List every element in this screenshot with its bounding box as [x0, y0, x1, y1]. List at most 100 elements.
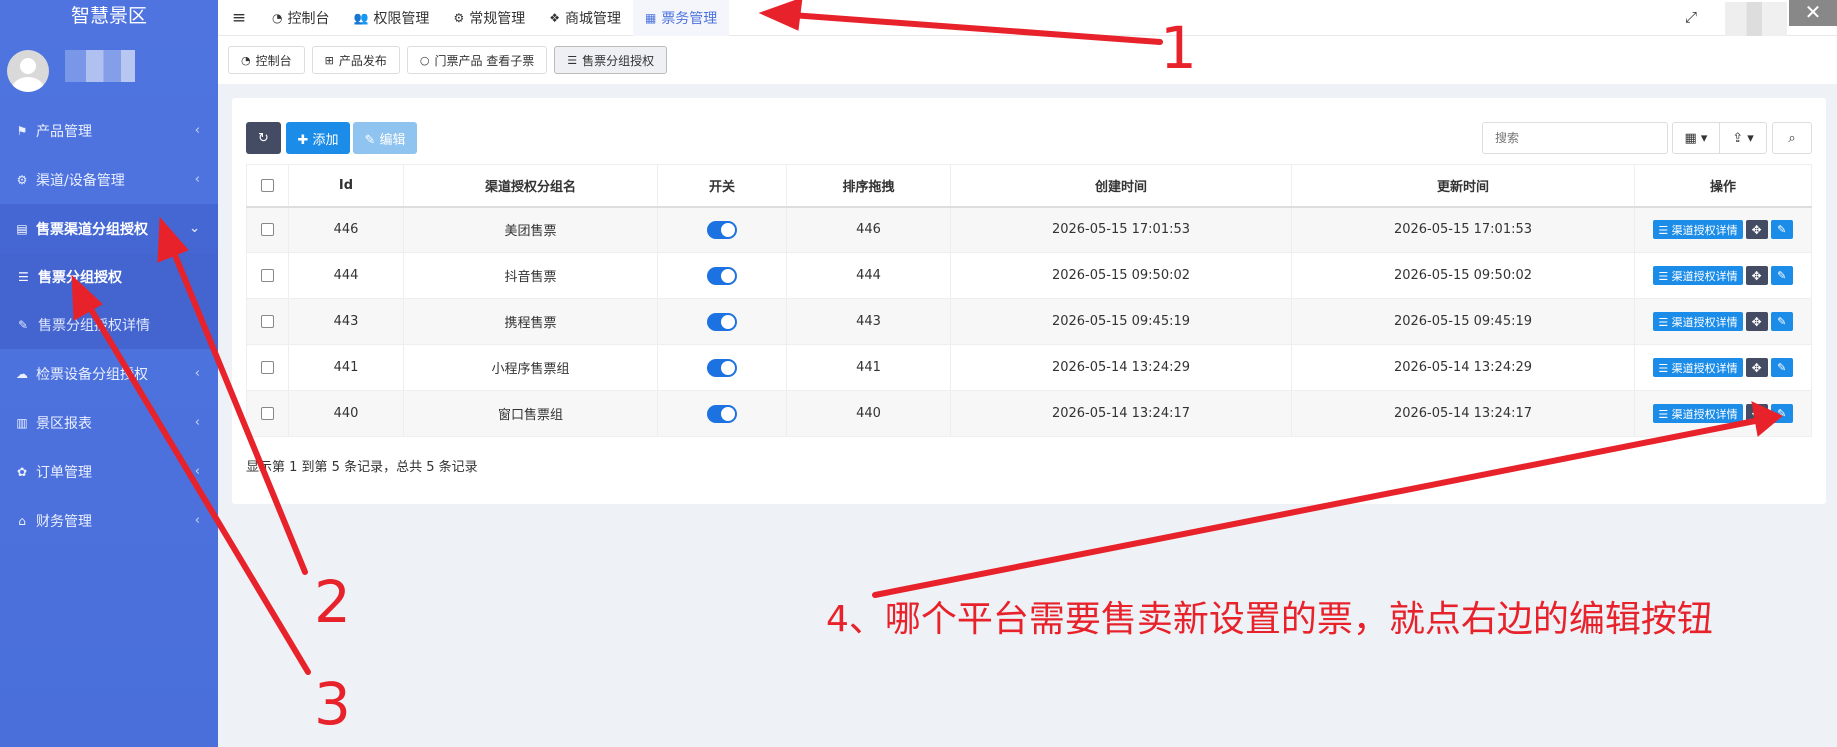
topnav-ticketing[interactable]: ▦ 票务管理: [632, 0, 730, 36]
user-menu-blurred[interactable]: [1725, 2, 1787, 36]
table-row[interactable]: 441 小程序售票组 441 2026-05-14 13:24:29 2026-05-1…: [246, 344, 1812, 391]
refresh-button[interactable]: ↻: [246, 122, 281, 154]
row-checkbox[interactable]: [261, 269, 274, 282]
column-header[interactable]: 创建时间: [950, 164, 1292, 208]
sidebar-subitem-label: 售票分组授权详情: [38, 318, 150, 334]
column-header[interactable]: 更新时间: [1291, 164, 1635, 208]
cell-actions: ☰ 渠道授权详情 ✥ ✎: [1634, 252, 1812, 299]
cell-switch: [657, 252, 787, 299]
export-button[interactable]: ⇪ ▾: [1719, 122, 1767, 154]
sidebar-item-finance[interactable]: ⌂ 财务管理 ‹: [0, 496, 218, 545]
search-input[interactable]: [1482, 122, 1668, 154]
sidebar-item-product[interactable]: ⚑ 产品管理 ‹: [0, 106, 218, 155]
channel-auth-detail-button[interactable]: ☰ 渠道授权详情: [1653, 266, 1743, 285]
tab-ticket-product-subtickets[interactable]: ○ 门票产品 查看子票: [406, 46, 548, 74]
cell-sort: 446: [786, 206, 951, 253]
channel-auth-detail-button[interactable]: ☰ 渠道授权详情: [1653, 404, 1743, 423]
sidebar-item-label: 渠道/设备管理: [36, 172, 125, 189]
row-edit-button[interactable]: ✎: [1770, 266, 1793, 285]
cell-group-name: 窗口售票组: [403, 390, 658, 437]
annotation-note: 4、哪个平台需要售卖新设置的票，就点右边的编辑按钮: [826, 599, 1713, 640]
fullscreen-icon[interactable]: ⤢: [1685, 8, 1697, 26]
username-blurred: [65, 50, 135, 82]
select-all-header: [246, 164, 289, 208]
row-select-cell: [246, 344, 289, 391]
cell-updated: 2026-05-15 09:45:19: [1291, 298, 1635, 345]
status-toggle[interactable]: [707, 266, 737, 285]
channel-auth-detail-button[interactable]: ☰ 渠道授权详情: [1653, 220, 1743, 240]
drag-sort-button[interactable]: ✥: [1745, 312, 1768, 331]
circle-icon: ○: [419, 53, 430, 67]
table-row[interactable]: 444 抖音售票 444 2026-05-15 09:50:02 2026-05-15 …: [246, 252, 1812, 299]
edit-button[interactable]: ✎ 编辑: [353, 122, 417, 154]
drag-sort-button[interactable]: ✥: [1745, 358, 1768, 377]
annotation-number-2: 2: [314, 568, 351, 636]
tab-ticket-group-auth[interactable]: ☰ 售票分组授权: [554, 46, 668, 74]
chevron-down-icon: ⌄: [189, 221, 200, 236]
tab-label: 售票分组授权: [582, 53, 655, 68]
columns-toggle-button[interactable]: ▦ ▾: [1672, 122, 1720, 154]
column-header[interactable]: Id: [288, 164, 404, 208]
row-checkbox[interactable]: [261, 361, 274, 374]
cell-switch: [657, 206, 787, 253]
cell-id: 446: [288, 206, 404, 253]
row-edit-button[interactable]: ✎: [1770, 220, 1793, 240]
cell-id: 443: [288, 298, 404, 345]
status-toggle[interactable]: [707, 404, 737, 423]
column-header[interactable]: 排序拖拽: [786, 164, 951, 208]
table-row[interactable]: 440 窗口售票组 440 2026-05-14 13:24:17 2026-05-14…: [246, 390, 1812, 437]
topnav-dashboard[interactable]: ◔ 控制台: [260, 0, 341, 36]
cell-actions: ☰ 渠道授权详情 ✥ ✎: [1634, 390, 1812, 437]
sidebar-item-label: 财务管理: [36, 513, 92, 530]
status-toggle[interactable]: [707, 220, 737, 239]
row-checkbox[interactable]: [261, 407, 274, 420]
drag-sort-button[interactable]: ✥: [1745, 220, 1768, 240]
drag-sort-button[interactable]: ✥: [1745, 266, 1768, 285]
cell-group-name: 携程售票: [403, 298, 658, 345]
topnav-permissions[interactable]: 👥 权限管理: [341, 0, 441, 36]
cell-updated: 2026-05-15 17:01:53: [1291, 206, 1635, 253]
column-header[interactable]: 渠道授权分组名: [403, 164, 658, 208]
topnav-label: 控制台: [287, 10, 330, 27]
topnav-general[interactable]: ⚙ 常规管理: [441, 0, 537, 36]
sidebar-subitem-ticket-group-auth[interactable]: ☰ 售票分组授权: [0, 253, 218, 301]
cell-group-name: 抖音售票: [403, 252, 658, 299]
status-toggle[interactable]: [707, 358, 737, 377]
tab-dashboard[interactable]: ◔ 控制台: [228, 46, 305, 74]
topnav-mall[interactable]: ❖ 商城管理: [537, 0, 633, 36]
tab-product-publish[interactable]: ⊞ 产品发布: [311, 46, 400, 74]
avatar[interactable]: [7, 50, 49, 92]
channel-auth-detail-button[interactable]: ☰ 渠道授权详情: [1653, 312, 1743, 331]
topnav-label: 权限管理: [373, 10, 430, 27]
close-icon[interactable]: ✕: [1789, 0, 1837, 26]
table-row[interactable]: 443 携程售票 443 2026-05-15 09:45:19 2026-05-15 …: [246, 298, 1812, 345]
bar-chart-icon: ▥: [16, 415, 28, 430]
sidebar-item-orders[interactable]: ✿ 订单管理 ‹: [0, 447, 218, 496]
drag-sort-button[interactable]: ✥: [1745, 404, 1768, 423]
row-edit-button[interactable]: ✎: [1770, 404, 1793, 423]
status-toggle[interactable]: [707, 312, 737, 331]
sidebar-subitem-ticket-group-auth-detail[interactable]: ✎ 售票分组授权详情: [0, 301, 218, 349]
column-header[interactable]: 开关: [657, 164, 787, 208]
paw-icon: ✿: [16, 464, 28, 479]
table-row[interactable]: 446 美团售票 446 2026-05-15 17:01:53 2026-05-15 …: [246, 206, 1812, 253]
row-edit-button[interactable]: ✎: [1770, 312, 1793, 331]
brand-title: 智慧景区: [70, 5, 147, 27]
add-button[interactable]: ✚ 添加: [286, 122, 350, 154]
sidebar-item-channel-device[interactable]: ⚙ 渠道/设备管理 ‹: [0, 155, 218, 204]
menu-toggle-icon[interactable]: ≡: [218, 8, 260, 28]
advanced-search-button[interactable]: ⌕: [1772, 122, 1812, 154]
select-all-checkbox[interactable]: [261, 178, 274, 192]
row-checkbox[interactable]: [261, 223, 274, 237]
sidebar-item-reports[interactable]: ▥ 景区报表 ‹: [0, 398, 218, 447]
database-icon: ▤: [16, 221, 28, 236]
channel-auth-detail-button[interactable]: ☰ 渠道授权详情: [1653, 358, 1743, 377]
cell-switch: [657, 344, 787, 391]
sidebar-item-ticket-channel-auth[interactable]: ▤ 售票渠道分组授权 ⌄: [0, 204, 218, 253]
cell-created: 2026-05-15 17:01:53: [950, 206, 1292, 253]
row-checkbox[interactable]: [261, 315, 274, 328]
row-edit-button[interactable]: ✎: [1770, 358, 1793, 377]
tab-label: 产品发布: [338, 53, 387, 68]
sidebar-item-checkin-device-auth[interactable]: ☁ 检票设备分组授权 ‹: [0, 349, 218, 398]
annotation-number-3: 3: [314, 670, 351, 738]
